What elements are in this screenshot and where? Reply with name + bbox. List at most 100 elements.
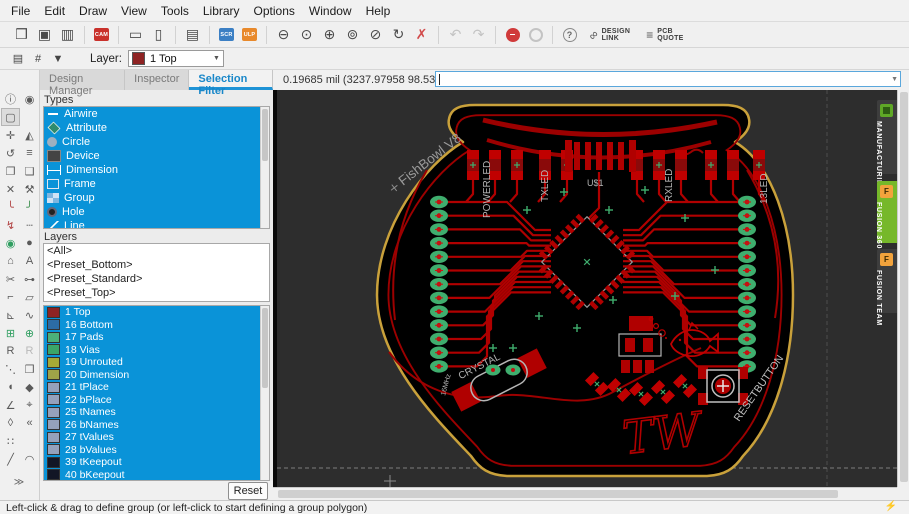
print-icon[interactable]: ▥	[57, 24, 78, 45]
layer-row-tkeepout[interactable]: 39 tKeepout	[44, 456, 269, 469]
move-icon[interactable]: ✛	[1, 126, 20, 144]
menu-draw[interactable]: Draw	[72, 2, 114, 20]
attribute-tool-icon[interactable]: ◆	[20, 378, 39, 396]
miter-icon[interactable]: ⌐	[1, 288, 20, 306]
tab-inspector[interactable]: Inspector	[125, 70, 189, 90]
eraser-icon[interactable]: ◖	[1, 378, 20, 396]
zoom-in-icon[interactable]: ⊕	[319, 24, 340, 45]
dock-tab-fusion-360[interactable]: FFUSION 360	[877, 181, 897, 243]
menu-help[interactable]: Help	[359, 2, 398, 20]
smash-icon[interactable]: ⋱	[1, 360, 20, 378]
layer-select[interactable]: 1 Top ▼	[128, 50, 224, 67]
layer-row-unrouted[interactable]: 19 Unrouted	[44, 356, 269, 369]
paste-icon[interactable]: ❑	[20, 162, 39, 180]
command-input[interactable]: ▼	[435, 71, 901, 87]
design-link-button[interactable]: ∞DESIGNLINK	[589, 24, 630, 46]
measure-icon[interactable]: ∠	[1, 396, 20, 414]
types-item-circle[interactable]: Circle	[44, 135, 269, 149]
menu-edit[interactable]: Edit	[37, 2, 72, 20]
layer-row-bvalues[interactable]: 28 bValues	[44, 444, 269, 457]
run-script-icon[interactable]: SCR	[216, 24, 237, 45]
grid-icon[interactable]: #	[29, 50, 47, 68]
join-icon[interactable]: ⊶	[20, 270, 39, 288]
cancel-command-icon[interactable]: ✗	[411, 24, 432, 45]
dock-tab-fusion-team[interactable]: FFUSION TEAM	[877, 249, 897, 313]
zoom-fit-icon[interactable]: ⊙	[296, 24, 317, 45]
rotate-icon[interactable]: ↺	[1, 144, 20, 162]
layer-row-tnames[interactable]: 25 tNames	[44, 406, 269, 419]
unroute-icon[interactable]: ┄	[20, 216, 39, 234]
tab-design-manager[interactable]: Design Manager	[40, 70, 125, 90]
types-item-attribute[interactable]: Attribute	[44, 121, 269, 135]
refresh-icon[interactable]: ↻	[388, 24, 409, 45]
rect-icon[interactable]: ▱	[20, 288, 39, 306]
preset-item[interactable]: <Preset_Standard>	[44, 272, 269, 286]
types-item-dimension[interactable]: Dimension	[44, 163, 269, 177]
menu-options[interactable]: Options	[247, 2, 302, 20]
copy-icon[interactable]: ❐	[1, 162, 20, 180]
menu-window[interactable]: Window	[302, 2, 359, 20]
info-icon[interactable]: ⓘ	[1, 90, 20, 108]
menu-tools[interactable]: Tools	[154, 2, 196, 20]
change-icon[interactable]: ⚒	[20, 180, 39, 198]
types-scrollbar[interactable]	[260, 107, 269, 228]
canvas-horizontal-scrollbar[interactable]	[273, 487, 897, 500]
menu-library[interactable]: Library	[196, 2, 247, 20]
library-icon[interactable]: ▤	[182, 24, 203, 45]
mark-icon[interactable]: ⌖	[20, 396, 39, 414]
add-pin-icon[interactable]: ⊕	[20, 324, 39, 342]
layers-scrollbar[interactable]	[260, 306, 269, 480]
show-icon[interactable]: ◉	[20, 90, 39, 108]
hole-icon[interactable]: ●	[20, 234, 39, 252]
preset-item[interactable]: <Preset_Bottom>	[44, 258, 269, 272]
layer-row-top[interactable]: 1 Top	[44, 306, 269, 319]
pinswap-icon[interactable]: «	[20, 414, 39, 432]
layer-row-bottom[interactable]: 16 Bottom	[44, 319, 269, 332]
align-icon[interactable]: ≡	[20, 144, 39, 162]
delete-icon[interactable]: ✕	[1, 180, 20, 198]
route-icon[interactable]: ╰	[1, 198, 20, 216]
arc-icon[interactable]: ◠	[20, 450, 39, 468]
copy-group-icon[interactable]: ❒	[20, 360, 39, 378]
cam-processor-icon[interactable]: CAM	[91, 24, 112, 45]
menu-view[interactable]: View	[114, 2, 154, 20]
zoom-select-icon[interactable]: ⊘	[365, 24, 386, 45]
open-icon[interactable]: ❒	[11, 24, 32, 45]
stop-icon[interactable]: –	[502, 24, 523, 45]
dock-tab-manufacturing[interactable]: MANUFACTURING	[877, 100, 897, 174]
filter-icon[interactable]: ▼	[49, 50, 67, 68]
schematic-icon[interactable]: ▯	[148, 24, 169, 45]
help-icon[interactable]: ?	[559, 24, 580, 45]
canvas-vertical-scrollbar[interactable]	[897, 90, 909, 487]
signal-icon[interactable]: ∿	[20, 306, 39, 324]
types-item-airwire[interactable]: Airwire	[44, 107, 269, 121]
go-icon[interactable]	[525, 24, 546, 45]
split-icon[interactable]: ✂	[1, 270, 20, 288]
preset-item[interactable]: <All>	[44, 244, 269, 258]
layer-row-dimension[interactable]: 20 Dimension	[44, 369, 269, 382]
display-layers-icon[interactable]: ▤	[9, 50, 27, 68]
layer-row-bnames[interactable]: 26 bNames	[44, 419, 269, 432]
pcb-quote-button[interactable]: ≡PCBQUOTE	[646, 24, 683, 46]
array-icon[interactable]: ∷	[1, 432, 20, 450]
more-tools-button[interactable]: ≫	[0, 477, 38, 488]
ripup-icon[interactable]: ↯	[1, 216, 20, 234]
save-icon[interactable]: ▣	[34, 24, 55, 45]
route-diff-icon[interactable]: ╯	[20, 198, 39, 216]
zoom-out-icon[interactable]: ⊖	[273, 24, 294, 45]
text-icon[interactable]: A	[20, 252, 39, 270]
types-item-group[interactable]: Group	[44, 191, 269, 205]
polygon-icon[interactable]: ⌂	[1, 252, 20, 270]
layer-row-vias[interactable]: 18 Vias	[44, 344, 269, 357]
types-item-hole[interactable]: Hole	[44, 205, 269, 219]
zoom-redraw-icon[interactable]: ⊚	[342, 24, 363, 45]
update-icon[interactable]: R	[1, 342, 20, 360]
layer-row-pads[interactable]: 17 Pads	[44, 331, 269, 344]
run-ulp-icon[interactable]: ULP	[239, 24, 260, 45]
pcb-canvas[interactable]: CRYSTAL 16MHz	[273, 90, 897, 487]
board-icon[interactable]: ▭	[125, 24, 146, 45]
line-icon[interactable]: ╱	[1, 450, 20, 468]
preset-item[interactable]: <Preset_Top>	[44, 286, 269, 300]
types-item-device[interactable]: Device	[44, 149, 269, 163]
mirror-icon[interactable]: ◭	[20, 126, 39, 144]
